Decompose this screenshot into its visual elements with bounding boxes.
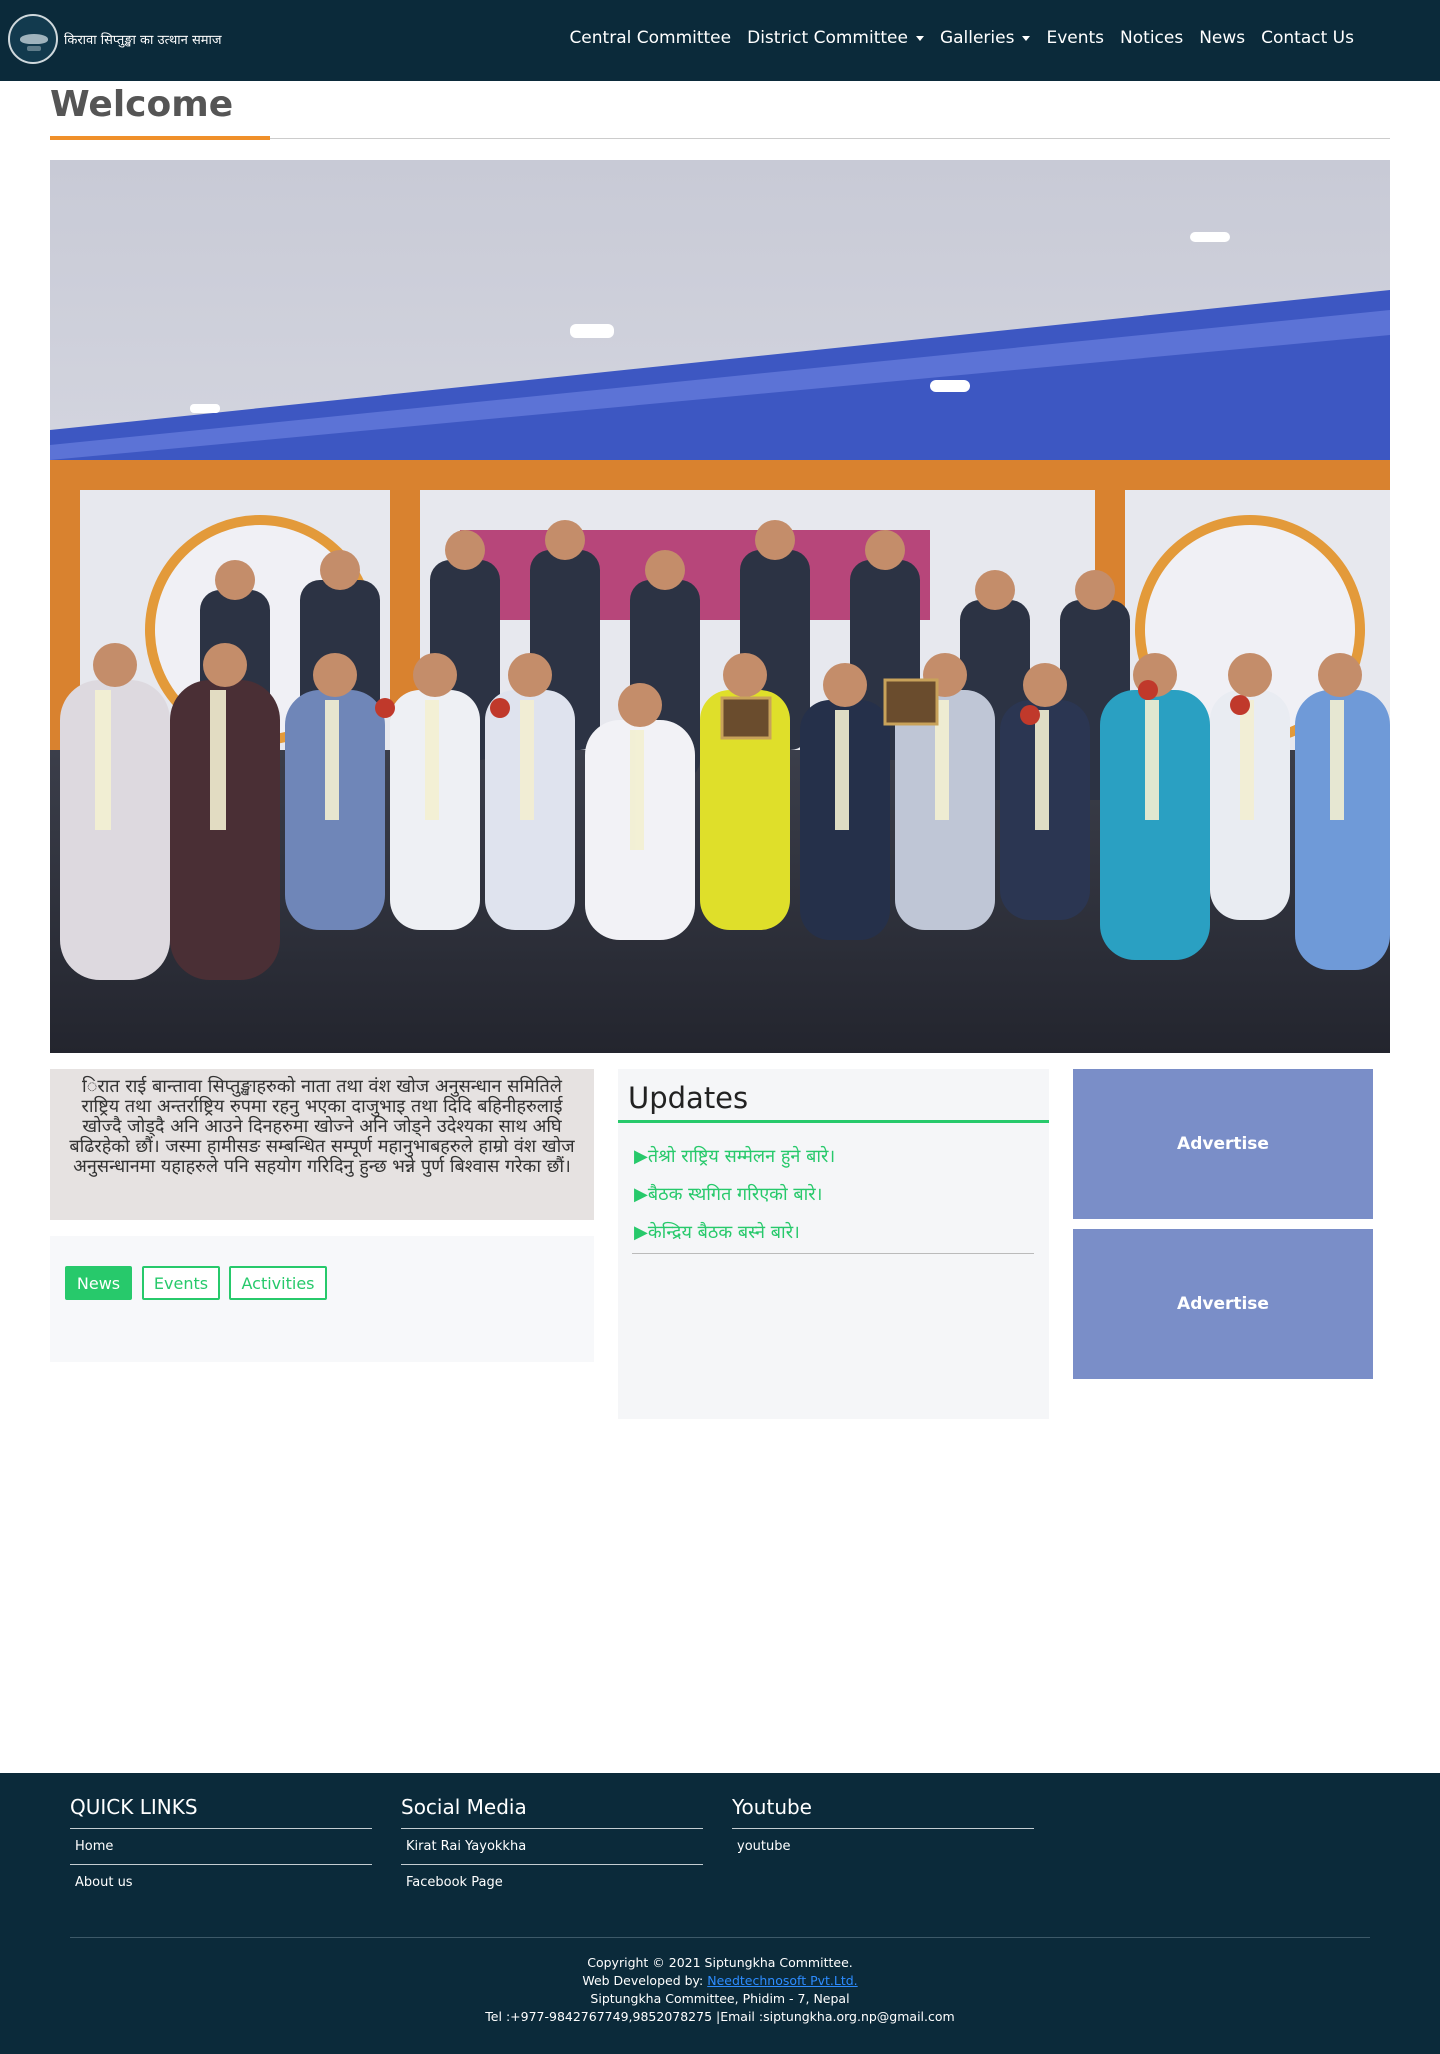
footer-link-home[interactable]: Home [75,1839,113,1854]
chevron-down-icon [915,35,924,41]
nav-contact-us[interactable]: Contact Us [1253,28,1362,48]
advertise-banner[interactable]: Advertise [1073,1069,1373,1219]
title-accent-bar [50,136,270,140]
footer: QUICK LINKS Home About us Social Media K… [0,1773,1440,2054]
social-media-heading: Social Media [401,1795,527,1819]
social-media-divider [401,1828,703,1829]
advertise-banner[interactable]: Advertise [1073,1229,1373,1379]
updates-title: Updates [628,1081,749,1115]
footer-link-facebook-page[interactable]: Facebook Page [406,1875,503,1890]
nav-item-label: Events [1046,28,1105,48]
nav-events[interactable]: Events [1038,28,1112,48]
footer-link-divider [70,1864,372,1865]
copyright-text: Copyright © 2021 Siptungkha Committee. [587,1955,853,1970]
chevron-down-icon [1022,35,1031,41]
update-link-label: केन्द्रिय बैठक बस्ने बारे। [647,1222,800,1243]
youtube-divider [732,1828,1034,1829]
nav-notices[interactable]: Notices [1112,28,1191,48]
nav-news[interactable]: News [1191,28,1253,48]
tab-events[interactable]: Events [142,1266,220,1300]
footer-link-about[interactable]: About us [75,1875,133,1890]
footer-link-divider [401,1864,703,1865]
brand-home-link[interactable]: किरावा सिप्तुङ्खा का उत्थान समाज [8,14,222,64]
nav-item-label: Galleries [939,28,1015,48]
update-link[interactable]: ▶तेश्रो राष्ट्रिय सम्मेलन हुने बारे। [634,1144,835,1168]
nav-item-label: District Committee [747,28,908,48]
nav-galleries[interactable]: Galleries [932,28,1039,48]
address-text: Siptungkha Committee, Phidim - 7, Nepal [590,1991,850,2006]
quick-links-heading: QUICK LINKS [70,1795,198,1819]
contact-text: Tel :+977-9842767749,9852078275 |Email :… [485,2009,955,2024]
update-link[interactable]: ▶केन्द्रिय बैठक बस्ने बारे। [634,1220,800,1244]
nav-central-committee[interactable]: Central Committee [561,28,739,48]
intro-text: िरात राई बान्तावा सिप्तुङ्खाहरुको नाता त… [69,1076,575,1177]
developer-link[interactable]: Needtechnosoft Pvt.Ltd. [707,1973,857,1988]
updates-panel: Updates ▶तेश्रो राष्ट्रिय सम्मेलन हुने ब… [618,1069,1049,1419]
page-title: Welcome [50,84,234,125]
caret-right-icon: ▶ [634,1184,648,1205]
nav-item-label: Central Committee [569,28,732,48]
organization-seal-logo [8,14,58,64]
hero-group-photo [50,160,1390,1053]
developer-credit-label: Web Developed by: [582,1973,704,1988]
nav-item-label: Notices [1120,28,1184,48]
navbar: किरावा सिप्तुङ्खा का उत्थान समाज Central… [0,0,1440,81]
tab-activities[interactable]: Activities [229,1266,327,1300]
caret-right-icon: ▶ [634,1146,648,1167]
caret-right-icon: ▶ [634,1222,648,1243]
update-link-label: बैठक स्थगित गरिएको बारे। [647,1184,823,1205]
nav-item-label: Contact Us [1261,28,1354,48]
update-link-label: तेश्रो राष्ट्रिय सम्मेलन हुने बारे। [647,1146,836,1167]
youtube-heading: Youtube [732,1795,812,1819]
nav-district-committee[interactable]: District Committee [739,28,932,48]
footer-divider [70,1937,1370,1938]
updates-title-underline [618,1120,1049,1123]
tab-news[interactable]: News [65,1266,132,1300]
intro-text-box: िरात राई बान्तावा सिप्तुङ्खाहरुको नाता त… [50,1069,594,1220]
nav-menu: Central Committee District Committee Gal… [561,28,1362,48]
developer-credit: Web Developed by: Needtechnosoft Pvt.Ltd… [0,1973,1440,1988]
quick-links-divider [70,1828,372,1829]
content-tabs-panel: News Events Activities [50,1236,594,1362]
updates-divider [632,1253,1034,1254]
footer-link-youtube[interactable]: youtube [737,1839,790,1854]
footer-link-kirat-rai-yayokkha[interactable]: Kirat Rai Yayokkha [406,1839,526,1854]
brand-name: किरावा सिप्तुङ्खा का उत्थान समाज [64,33,222,48]
update-link[interactable]: ▶बैठक स्थगित गरिएको बारे। [634,1182,823,1206]
nav-item-label: News [1199,28,1246,48]
